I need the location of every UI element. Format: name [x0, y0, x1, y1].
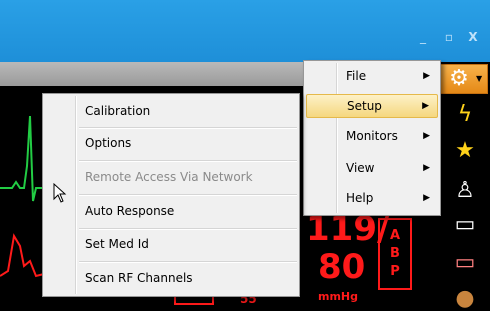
- monitor-alert-icon[interactable]: ▭: [452, 250, 478, 276]
- abp-letter: A: [389, 228, 401, 243]
- menu-separator: [79, 160, 297, 162]
- main-menu: File ▶ Setup ▶ Monitors ▶ View ▶ Help ▶: [303, 60, 441, 216]
- abp-letter: B: [390, 246, 400, 261]
- title-bar: _ ▫ X: [0, 0, 490, 62]
- menu-item-calibration[interactable]: Calibration: [45, 100, 297, 124]
- mouse-cursor-icon: [53, 183, 67, 203]
- gear-icon[interactable]: ⚙: [446, 66, 472, 92]
- abp-label-box: A B P: [378, 218, 412, 290]
- abp-letter: P: [390, 264, 400, 279]
- menu-separator: [79, 194, 297, 196]
- menu-item-scan-rf-channels[interactable]: Scan RF Channels: [45, 267, 297, 291]
- menu-item-label: View: [346, 161, 375, 175]
- maximize-button[interactable]: ▫: [440, 30, 458, 44]
- menu-item-setup[interactable]: Setup ▶: [306, 94, 438, 118]
- close-button[interactable]: X: [464, 30, 482, 44]
- submenu-arrow-icon: ▶: [422, 101, 429, 111]
- submenu-arrow-icon: ▶: [423, 193, 430, 203]
- submenu-arrow-icon: ▶: [423, 163, 430, 173]
- menu-item-label: Set Med Id: [85, 237, 149, 251]
- menu-item-help[interactable]: Help ▶: [306, 187, 438, 211]
- dropdown-caret-icon: ▼: [476, 74, 483, 83]
- abp-unit-label: mmHg: [318, 290, 359, 303]
- menu-item-label: Options: [85, 136, 132, 150]
- submenu-arrow-icon: ▶: [423, 131, 430, 141]
- setup-submenu: Calibration Options Remote Access Via Ne…: [42, 93, 300, 297]
- menu-item-label: Remote Access Via Network: [85, 170, 253, 184]
- person-icon[interactable]: ♙: [452, 178, 478, 204]
- minimize-button[interactable]: _: [414, 30, 432, 44]
- palette-icon[interactable]: ●: [452, 286, 478, 311]
- menu-item-options[interactable]: Options: [45, 132, 297, 156]
- menu-item-monitors[interactable]: Monitors ▶: [306, 125, 438, 149]
- menu-gutter: [76, 96, 77, 294]
- menu-item-label: Auto Response: [85, 204, 175, 218]
- menu-item-label: Help: [346, 191, 374, 205]
- menu-item-remote-access: Remote Access Via Network: [45, 166, 297, 190]
- menu-item-file[interactable]: File ▶: [306, 65, 438, 89]
- abp-diastolic-value: 80: [318, 247, 366, 287]
- menu-separator: [79, 228, 297, 230]
- menu-item-label: Scan RF Channels: [85, 271, 193, 285]
- submenu-arrow-icon: ▶: [423, 71, 430, 81]
- menu-separator: [79, 261, 297, 263]
- menu-item-label: Monitors: [346, 129, 398, 143]
- menu-item-label: File: [346, 69, 367, 83]
- menu-separator: [79, 127, 297, 129]
- star-icon[interactable]: ★: [452, 138, 478, 164]
- menu-item-set-med-id[interactable]: Set Med Id: [45, 233, 297, 257]
- monitor-icon[interactable]: ▭: [452, 212, 478, 238]
- menu-item-label: Setup: [347, 99, 382, 113]
- menu-item-label: Calibration: [85, 104, 151, 118]
- abp-systolic-value: 119/: [306, 209, 390, 249]
- bolt-icon[interactable]: ϟ: [452, 102, 478, 128]
- menu-item-auto-response[interactable]: Auto Response: [45, 200, 297, 224]
- menu-item-view[interactable]: View ▶: [306, 157, 438, 181]
